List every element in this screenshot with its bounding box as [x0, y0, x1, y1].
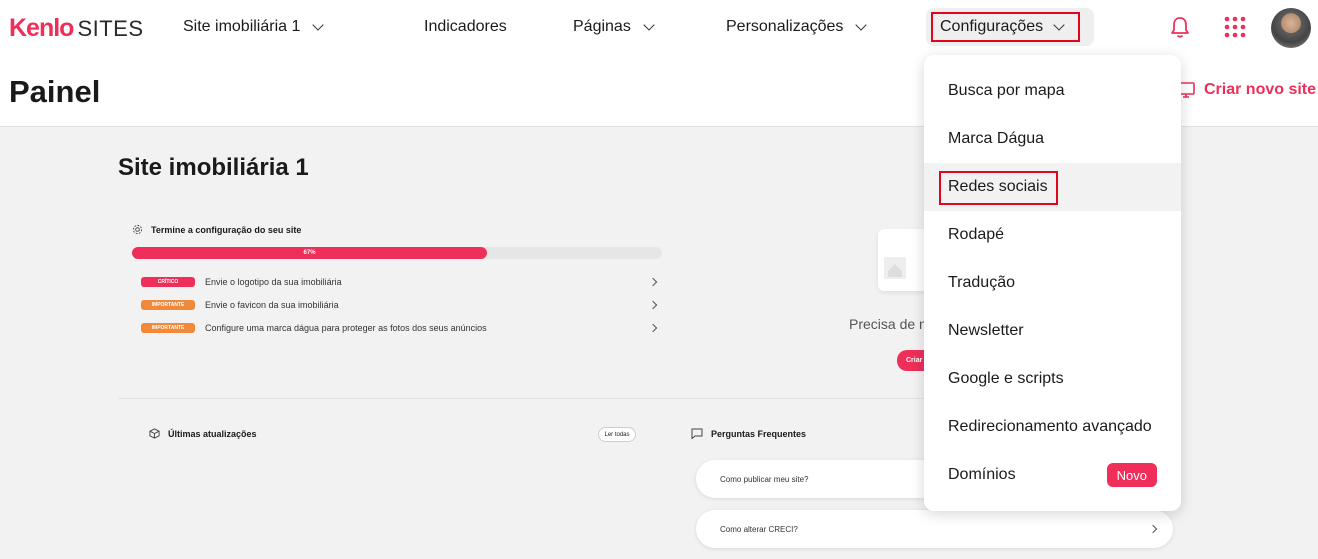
site-selector-label: Site imobiliária 1 — [183, 18, 301, 35]
menu-item-label: Rodapé — [948, 226, 1005, 243]
box-icon — [149, 428, 160, 439]
faq-title: Perguntas Frequentes — [691, 428, 806, 439]
empty-state-create-button[interactable]: Criar — [897, 350, 927, 371]
empty-state-illustration — [878, 229, 928, 291]
site-title: Site imobiliária 1 — [118, 154, 309, 181]
nav-configuracoes-label: Configurações — [940, 18, 1044, 35]
menu-item-rodape[interactable]: Rodapé — [924, 211, 1181, 259]
menu-item-google-e-scripts[interactable]: Google e scripts — [924, 355, 1181, 403]
setup-task-item[interactable]: IMPORTANTE Configure uma marca dágua par… — [141, 321, 658, 335]
menu-item-label: Google e scripts — [948, 370, 1064, 387]
menu-item-label: Tradução — [948, 274, 1015, 291]
chevron-right-icon — [648, 323, 658, 333]
nav-personalizacoes-label: Personalizações — [726, 18, 844, 35]
updates-title: Últimas atualizações — [149, 428, 257, 439]
new-badge: Novo — [1106, 463, 1157, 487]
configuracoes-dropdown-menu: Busca por mapa Marca Dágua Redes sociais… — [924, 55, 1181, 511]
highlight-box — [939, 171, 1058, 205]
menu-item-label: Domínios — [948, 466, 1016, 483]
updates-title-text: Últimas atualizações — [168, 428, 257, 439]
read-all-button[interactable]: Ler todas — [598, 427, 636, 442]
apps-grid-icon[interactable] — [1224, 16, 1246, 38]
nav-personalizacoes[interactable]: Personalizações — [726, 18, 868, 36]
setup-task-text: Envie o favicon da sua imobiliária — [205, 300, 339, 310]
chevron-right-icon — [1148, 524, 1158, 534]
page-title: Painel — [9, 74, 101, 109]
gear-icon — [132, 224, 143, 235]
chevron-down-icon — [1053, 19, 1065, 31]
chevron-down-icon — [855, 19, 868, 31]
nav-paginas-label: Páginas — [573, 18, 631, 35]
faq-item-text: Como publicar meu site? — [720, 474, 809, 484]
setup-task-item[interactable]: CRÍTICO Envie o logotipo da sua imobiliá… — [141, 275, 658, 289]
chat-icon — [691, 428, 703, 439]
create-new-site-label: Criar novo site — [1204, 81, 1317, 98]
menu-item-label: Marca Dágua — [948, 130, 1045, 147]
menu-item-label: Redirecionamento avançado — [948, 418, 1152, 435]
setup-progress-bar: 67% — [132, 247, 662, 259]
site-selector-dropdown[interactable]: Site imobiliária 1 — [183, 18, 325, 36]
menu-item-redes-sociais[interactable]: Redes sociais — [924, 163, 1181, 211]
setup-progress-fill: 67% — [132, 247, 488, 259]
nav-indicadores-label: Indicadores — [424, 18, 507, 35]
chevron-down-icon — [312, 19, 325, 31]
menu-item-busca-por-mapa[interactable]: Busca por mapa — [924, 67, 1181, 115]
menu-item-newsletter[interactable]: Newsletter — [924, 307, 1181, 355]
faq-item-text: Como alterar CRECI? — [720, 524, 798, 534]
empty-state-text: Precisa de n — [849, 316, 927, 332]
setup-title: Termine a configuração do seu site — [132, 224, 301, 235]
status-badge: CRÍTICO — [141, 277, 195, 287]
setup-task-item[interactable]: IMPORTANTE Envie o favicon da sua imobil… — [141, 298, 658, 312]
top-navigation-bar: Kenlo SITES Site imobiliária 1 Indicador… — [0, 0, 1318, 56]
bell-icon[interactable] — [1169, 15, 1191, 39]
avatar[interactable] — [1271, 8, 1311, 48]
setup-title-text: Termine a configuração do seu site — [151, 224, 302, 235]
chevron-down-icon — [643, 19, 655, 31]
faq-item[interactable]: Como alterar CRECI? — [696, 510, 1173, 548]
nav-configuracoes[interactable]: Configurações — [931, 12, 1080, 42]
menu-item-dominios[interactable]: Domínios Novo — [924, 451, 1181, 499]
menu-item-label: Newsletter — [948, 322, 1024, 339]
nav-paginas[interactable]: Páginas — [573, 18, 655, 36]
setup-task-text: Envie o logotipo da sua imobiliária — [205, 277, 342, 287]
faq-title-text: Perguntas Frequentes — [711, 428, 807, 439]
menu-item-traducao[interactable]: Tradução — [924, 259, 1181, 307]
kenlo-sites-logo[interactable]: Kenlo SITES — [9, 14, 144, 43]
setup-task-text: Configure uma marca dágua para proteger … — [205, 323, 487, 333]
logo-brand: Kenlo — [9, 14, 74, 42]
chevron-right-icon — [648, 300, 658, 310]
create-new-site-button[interactable]: Criar novo site — [1176, 81, 1316, 99]
nav-indicadores[interactable]: Indicadores — [424, 18, 507, 36]
status-badge: IMPORTANTE — [141, 323, 195, 333]
chevron-right-icon — [648, 277, 658, 287]
menu-item-marca-dagua[interactable]: Marca Dágua — [924, 115, 1181, 163]
logo-product: SITES — [77, 16, 144, 41]
menu-item-redirecionamento-avancado[interactable]: Redirecionamento avançado — [924, 403, 1181, 451]
status-badge: IMPORTANTE — [141, 300, 195, 310]
menu-item-label: Busca por mapa — [948, 82, 1065, 99]
